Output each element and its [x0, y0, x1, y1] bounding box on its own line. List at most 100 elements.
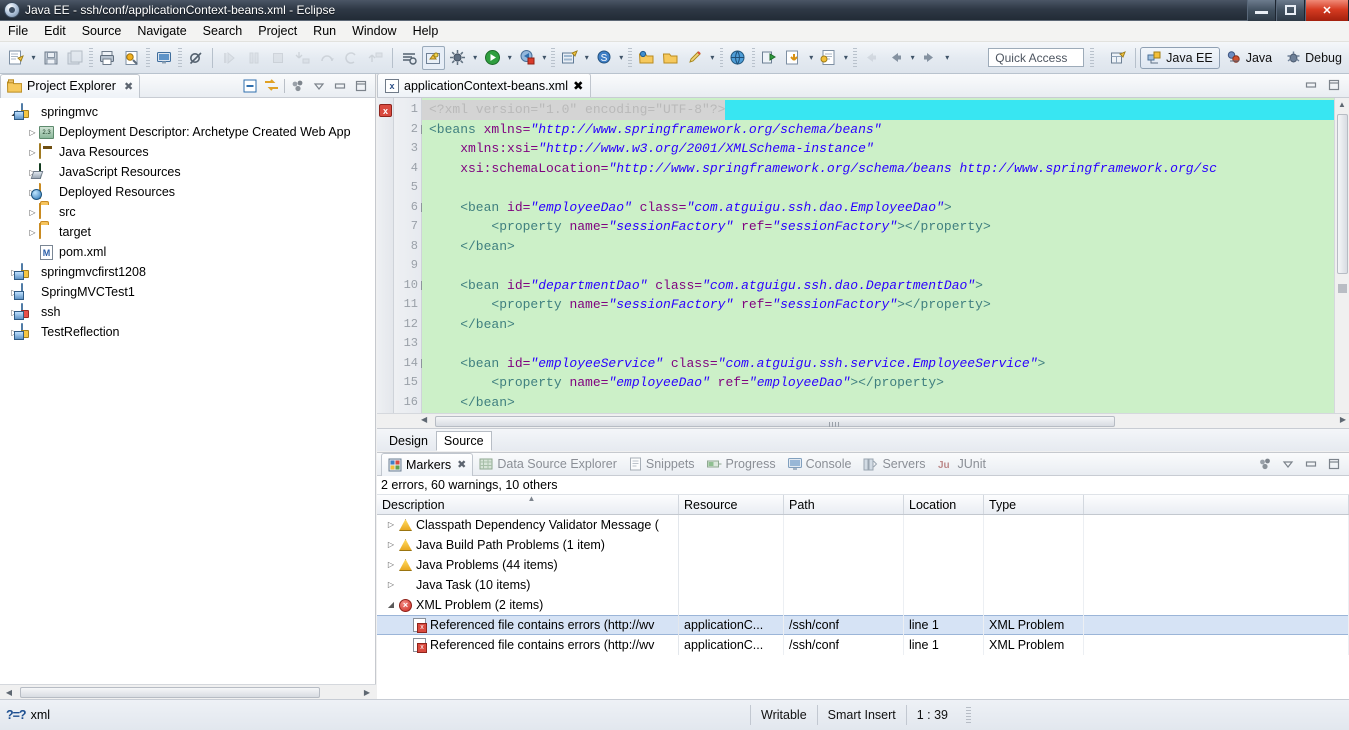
tree-item-deployment-descriptor-archetype-created-web-app[interactable]: ▷ 2.3 Deployment Descriptor: Archetype Cre… [0, 122, 375, 142]
tree-item-deployed-resources[interactable]: ▷Deployed Resources [0, 182, 375, 202]
row-expander-icon[interactable]: ▷ [377, 515, 395, 535]
status-resize-grip[interactable] [966, 707, 972, 723]
tree-expander-icon[interactable]: ▷ [26, 148, 39, 157]
import-dropdown-icon[interactable]: ▾ [806, 46, 816, 70]
web-browser-icon[interactable] [726, 46, 748, 70]
link-with-editor-icon[interactable] [263, 78, 279, 94]
new-wizard-dropdown-icon[interactable]: ▾ [28, 46, 38, 70]
edit-dropdown-icon[interactable]: ▾ [707, 46, 717, 70]
marker-row[interactable]: ▷ Java Build Path Problems (1 item) [377, 535, 1349, 555]
next-annotation-icon[interactable] [919, 46, 941, 70]
tree-expander-icon[interactable]: ▷ [26, 128, 39, 137]
markers-view-menu-icon[interactable] [1280, 456, 1296, 472]
marker-row[interactable]: ◢ × XML Problem (2 items) [377, 595, 1349, 615]
markers-table-body[interactable]: ▷ Classpath Dependency Validator Message … [377, 515, 1349, 655]
row-expander-icon[interactable]: ◢ [377, 595, 395, 615]
tab-servers[interactable]: Servers [857, 453, 931, 476]
scroll-up-icon[interactable]: ▲ [1338, 100, 1346, 109]
skip-breakpoints-icon[interactable] [185, 46, 207, 70]
previous-annotation-icon[interactable] [884, 46, 906, 70]
menu-source[interactable]: Source [74, 22, 130, 40]
maximize-button[interactable] [1276, 0, 1305, 21]
code-line[interactable]: </bean> [422, 393, 1349, 413]
new-server-icon[interactable] [558, 46, 580, 70]
code-line[interactable]: <property name="sessionFactory" ref="ses… [422, 295, 1349, 315]
tree-item-target[interactable]: ▷ target [0, 222, 375, 242]
column-header-path[interactable]: Path [784, 495, 904, 514]
row-expander-icon[interactable]: ▷ [377, 555, 395, 575]
tab-junit[interactable]: Ju JUnit [932, 453, 992, 476]
project-explorer-hscrollbar[interactable]: ◀ ▶ [0, 684, 376, 699]
code-line[interactable]: <property name="employeeDao" ref="employ… [422, 373, 1349, 393]
menu-run[interactable]: Run [305, 22, 344, 40]
external-tools-dropdown-icon[interactable]: ▾ [539, 46, 549, 70]
marker-row[interactable]: ▷ Classpath Dependency Validator Message … [377, 515, 1349, 535]
scroll-right-icon[interactable]: ▶ [1340, 415, 1346, 424]
debug-run-icon[interactable] [447, 46, 469, 70]
marker-row[interactable]: Referenced file contains errors (http://… [377, 635, 1349, 655]
marker-row[interactable]: ▷ Java Task (10 items) [377, 575, 1349, 595]
row-expander-icon[interactable]: ▷ [377, 535, 395, 555]
tree-item-java-resources[interactable]: ▷ Java Resources [0, 142, 375, 162]
column-header-type[interactable]: Type [984, 495, 1084, 514]
validate-icon[interactable] [121, 46, 143, 70]
tree-item-javascript-resources[interactable]: ▷JavaScript Resources [0, 162, 375, 182]
code-line[interactable] [422, 178, 1349, 198]
markers-filters-icon[interactable] [1257, 456, 1273, 472]
row-expander-icon[interactable]: ▷ [377, 575, 395, 595]
code-line[interactable]: xmlns:xsi="http://www.w3.org/2001/XMLSch… [422, 139, 1349, 159]
code-line[interactable]: <?xml version="1.0" encoding="UTF-8"?> [422, 100, 1349, 120]
view-menu-chevron-icon[interactable] [311, 78, 327, 94]
maximize-markers-icon[interactable] [1326, 456, 1342, 472]
quick-access-input[interactable]: Quick Access [988, 48, 1085, 67]
open-perspective-icon[interactable] [1106, 46, 1130, 70]
open-type-icon[interactable] [635, 46, 657, 70]
next-annotation-dropdown-icon[interactable]: ▾ [942, 46, 952, 70]
new-server-dropdown-icon[interactable]: ▾ [582, 46, 592, 70]
column-header-location[interactable]: Location [904, 495, 984, 514]
tree-item-springmvctest1[interactable]: ▷SpringMVCTest1 [0, 282, 375, 302]
code-line[interactable]: xsi:schemaLocation="http://www.springfra… [422, 159, 1349, 179]
previous-annotation-dropdown-icon[interactable]: ▾ [907, 46, 917, 70]
open-resource-icon[interactable] [660, 46, 682, 70]
tab-applicationcontext-beans-xml[interactable]: x applicationContext-beans.xml ✖ [377, 73, 592, 97]
tab-console[interactable]: Console [782, 453, 858, 476]
minimize-markers-icon[interactable] [1303, 456, 1319, 472]
hscroll-thumb[interactable] [20, 687, 320, 698]
code-line[interactable]: <bean id="employeeDao" class="com.atguig… [422, 198, 1349, 218]
tree-expander-icon[interactable]: ▷ [26, 228, 39, 237]
project-tree[interactable]: ◢springmvc▷2.3Deployment Descriptor: Arc… [0, 98, 375, 342]
perspective-java-ee[interactable]: Java EE [1140, 46, 1220, 69]
editor-code[interactable]: <?xml version="1.0" encoding="UTF-8"?> <b… [422, 98, 1349, 428]
code-line[interactable]: <bean id="departmentDao" class="com.atgu… [422, 276, 1349, 296]
markers-table[interactable]: Description ▲ Resource Path Location Type ▷ Cl… [377, 494, 1349, 700]
tree-item-src[interactable]: ▷ src [0, 202, 375, 222]
scroll-left-icon[interactable]: ◀ [421, 415, 427, 424]
editor-marker-ruler[interactable]: x [377, 98, 394, 428]
search-dropdown-icon[interactable]: ▾ [616, 46, 626, 70]
save-icon[interactable] [40, 46, 62, 70]
open-console-icon[interactable] [153, 46, 175, 70]
code-line[interactable]: <property name="sessionFactory" ref="ses… [422, 217, 1349, 237]
export-icon[interactable] [758, 46, 780, 70]
code-line[interactable] [422, 334, 1349, 354]
code-line[interactable]: <bean id="employeeService" class="com.at… [422, 354, 1349, 374]
scroll-left-icon[interactable]: ◀ [2, 686, 16, 699]
maximize-editor-icon[interactable] [1326, 77, 1342, 93]
minimize-editor-icon[interactable] [1303, 77, 1319, 93]
run-dropdown-icon[interactable]: ▾ [505, 46, 515, 70]
new-wizard-icon[interactable] [5, 46, 27, 70]
tree-item-ssh[interactable]: ▷ssh [0, 302, 375, 322]
perspective-debug[interactable]: Debug [1279, 47, 1349, 69]
column-header-description[interactable]: Description ▲ [377, 494, 679, 514]
menu-help[interactable]: Help [405, 22, 447, 40]
code-line[interactable]: <beans xmlns="http://www.springframework… [422, 120, 1349, 140]
error-marker-icon[interactable]: x [379, 104, 392, 117]
active-task-icon[interactable] [422, 45, 445, 70]
menu-search[interactable]: Search [195, 22, 251, 40]
debug-dropdown-icon[interactable]: ▾ [470, 46, 480, 70]
scroll-right-icon[interactable]: ▶ [360, 686, 374, 699]
tree-item-springmvc[interactable]: ◢springmvc [0, 102, 375, 122]
vscroll-thumb[interactable] [1337, 114, 1348, 274]
run-external-tools-icon[interactable] [516, 46, 538, 70]
